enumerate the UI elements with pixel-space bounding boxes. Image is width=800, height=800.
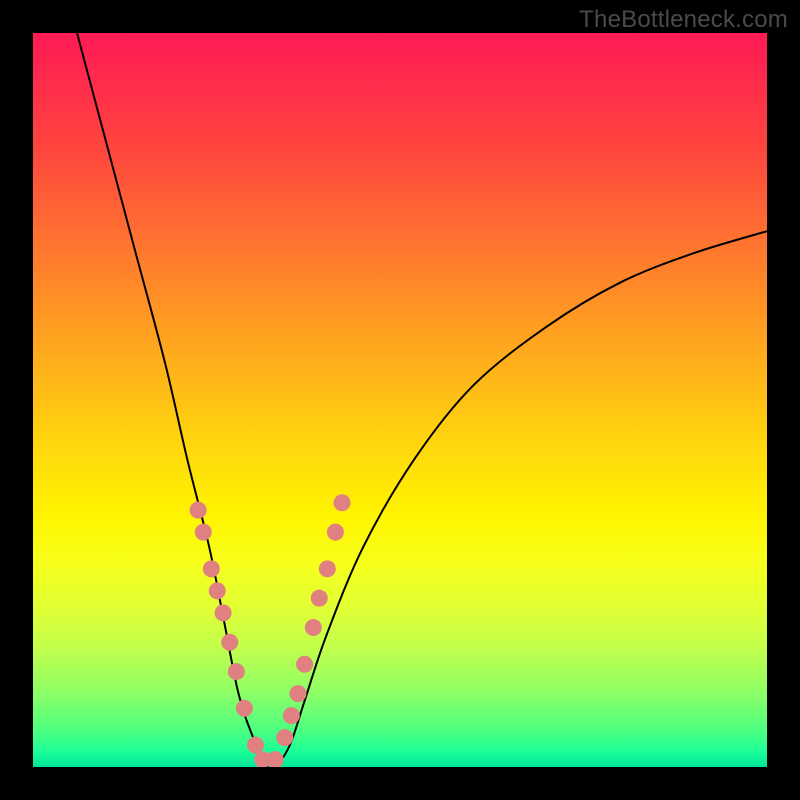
data-bead <box>267 751 284 767</box>
data-bead <box>276 729 293 746</box>
data-bead <box>195 524 212 541</box>
watermark-text: TheBottleneck.com <box>579 6 788 34</box>
data-bead <box>190 502 207 519</box>
data-bead <box>311 590 328 607</box>
data-bead <box>305 619 322 636</box>
data-bead <box>247 736 264 753</box>
data-bead <box>236 700 253 717</box>
plot-area <box>33 33 767 767</box>
data-bead <box>203 560 220 577</box>
data-bead <box>215 604 232 621</box>
data-bead <box>209 582 226 599</box>
data-bead <box>319 560 336 577</box>
beads-right-group <box>267 494 351 767</box>
data-bead <box>289 685 306 702</box>
data-bead <box>296 656 313 673</box>
curve-svg <box>33 33 767 767</box>
data-bead <box>327 524 344 541</box>
data-bead <box>283 707 300 724</box>
bottleneck-curve <box>77 33 767 767</box>
data-bead <box>334 494 351 511</box>
data-bead <box>221 634 238 651</box>
beads-left-group <box>190 502 272 767</box>
chart-frame: TheBottleneck.com <box>0 0 800 800</box>
data-bead <box>228 663 245 680</box>
